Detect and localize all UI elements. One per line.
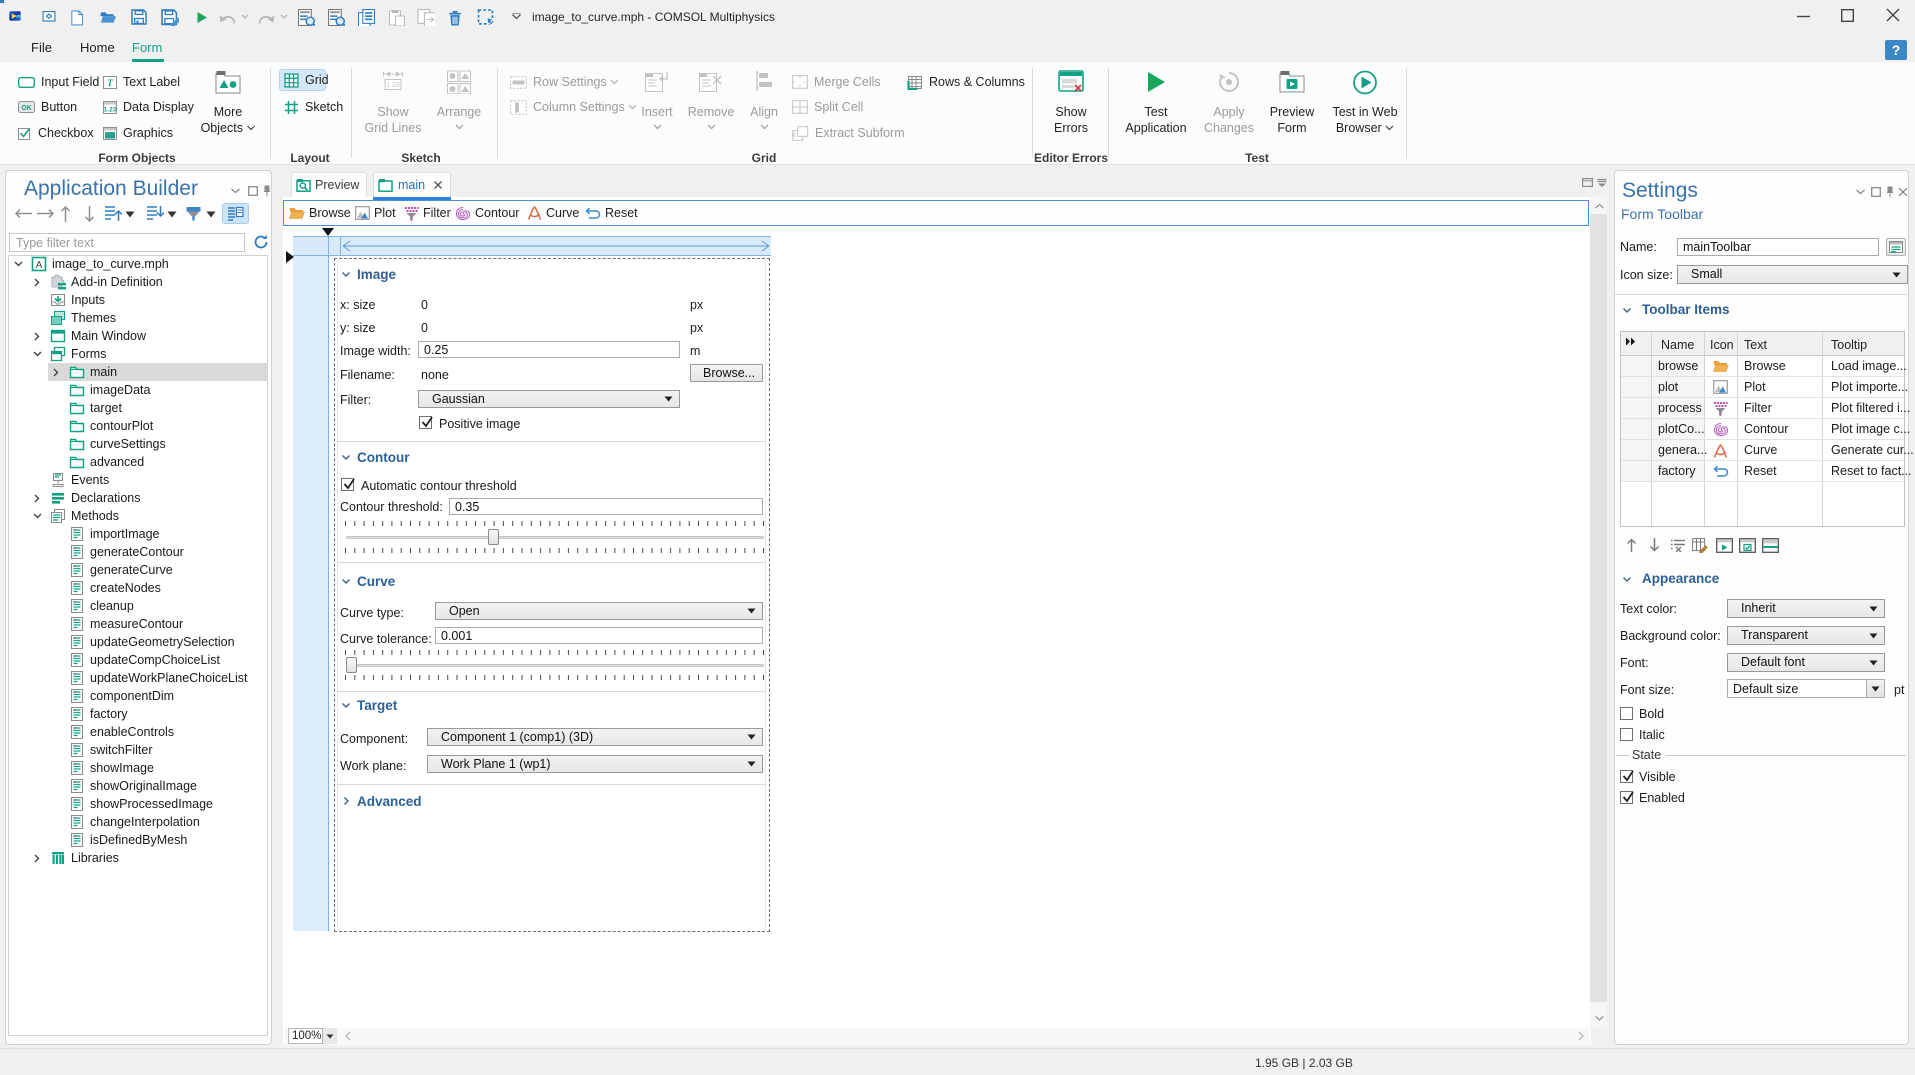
svg-text:A: A — [36, 260, 43, 271]
svg-text:OK: OK — [21, 105, 32, 112]
svg-text:1.23: 1.23 — [386, 82, 400, 89]
svg-text:T: T — [107, 78, 113, 88]
svg-text:1.23: 1.23 — [104, 106, 117, 113]
